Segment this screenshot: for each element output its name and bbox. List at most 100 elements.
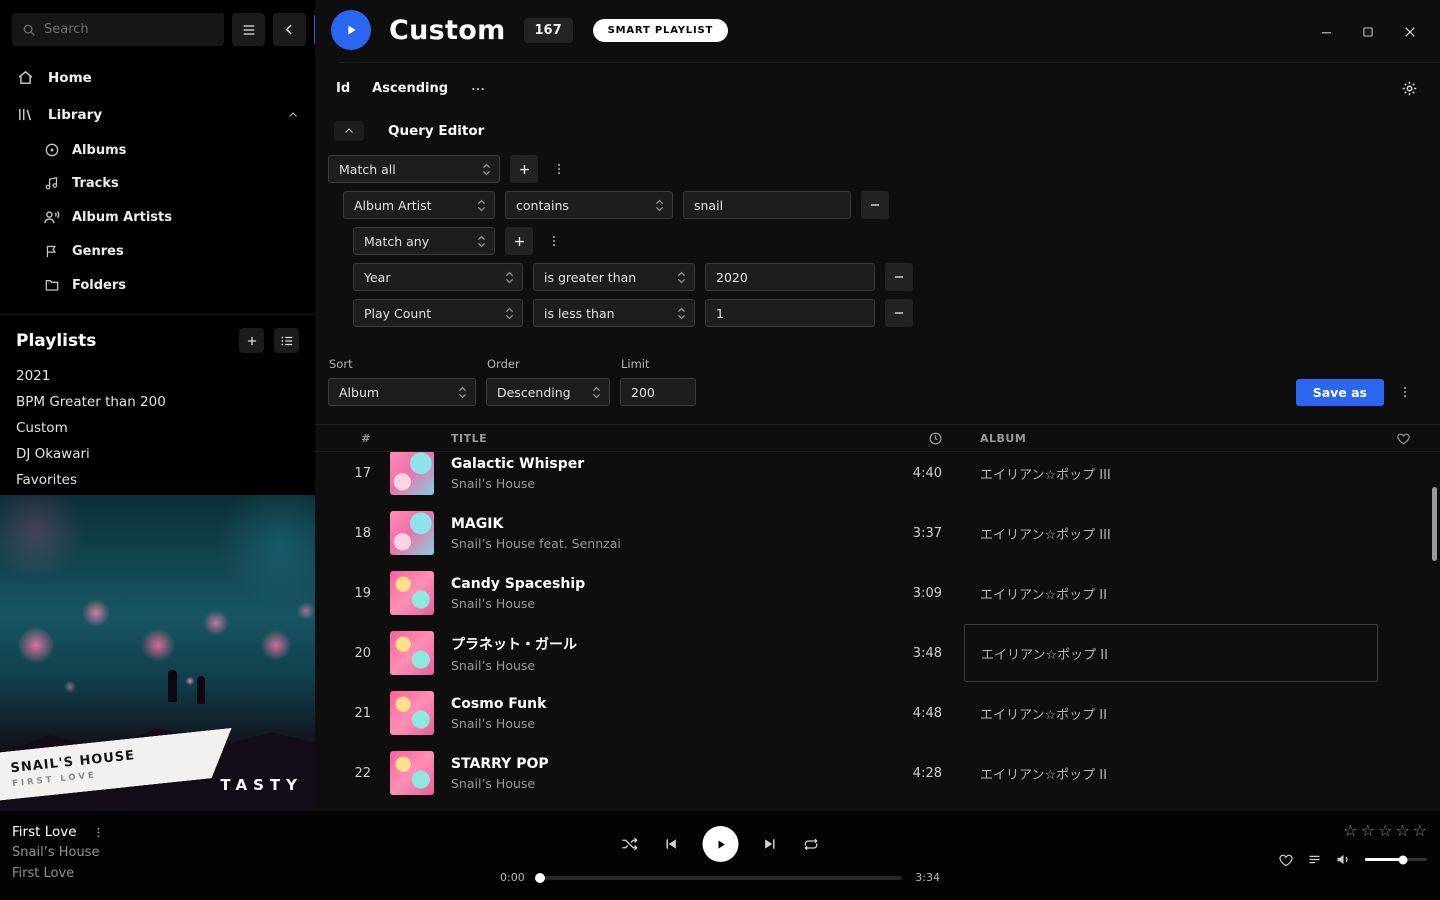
- table-row[interactable]: 19 Candy Spaceship Snail’s House 3:09 エイ…: [315, 563, 1440, 623]
- duration-column-icon[interactable]: [928, 431, 946, 446]
- repeat-button[interactable]: [803, 836, 820, 853]
- close-button[interactable]: [1402, 24, 1418, 40]
- table-row[interactable]: 17 Galactic Whisper Snail’s House 4:40 エ…: [315, 452, 1440, 503]
- sidebar-item-home[interactable]: Home: [0, 59, 315, 96]
- match-type-select[interactable]: Match all: [328, 155, 500, 183]
- star-icon[interactable]: ☆: [1343, 823, 1357, 839]
- add-rule-button[interactable]: [505, 227, 533, 255]
- search-box[interactable]: [12, 13, 224, 46]
- sort-select[interactable]: Album: [328, 378, 476, 406]
- track-album-focused[interactable]: エイリアン☆ポップ II: [964, 624, 1378, 682]
- column-title[interactable]: TITLE: [433, 432, 876, 445]
- play-playlist-button[interactable]: [331, 10, 371, 50]
- favorite-column-icon[interactable]: [1390, 431, 1440, 446]
- save-as-button[interactable]: Save as: [1296, 379, 1384, 406]
- remove-rule-button[interactable]: [861, 191, 889, 219]
- sidebar-item-folders[interactable]: Folders: [0, 268, 315, 302]
- rule-value-input[interactable]: [705, 263, 875, 291]
- group-options-button[interactable]: [543, 227, 565, 255]
- limit-input[interactable]: [620, 378, 696, 406]
- sidebar-item-label: Library: [48, 107, 102, 123]
- rule-operator-select[interactable]: is less than: [533, 299, 695, 327]
- sidebar-item-tracks[interactable]: Tracks: [0, 167, 315, 200]
- remove-rule-button[interactable]: [885, 299, 913, 327]
- menu-button[interactable]: [232, 13, 265, 46]
- remove-rule-button[interactable]: [885, 263, 913, 291]
- add-playlist-button[interactable]: [239, 328, 264, 353]
- group-options-button[interactable]: [548, 155, 570, 183]
- track-album[interactable]: エイリアン☆ポップ II: [980, 584, 1390, 603]
- column-album[interactable]: ALBUM: [980, 432, 1390, 445]
- home-icon: [16, 69, 35, 86]
- sidebar-item-genres[interactable]: Genres: [0, 235, 315, 268]
- star-icon[interactable]: ☆: [1413, 823, 1427, 839]
- sidebar-item-albums[interactable]: Albums: [0, 133, 315, 167]
- volume-handle[interactable]: [1399, 855, 1408, 864]
- previous-button[interactable]: [663, 836, 679, 852]
- now-playing-menu-button[interactable]: [92, 826, 105, 839]
- rule-field-select[interactable]: Year: [353, 263, 523, 291]
- scrollbar-thumb[interactable]: [1432, 487, 1437, 561]
- select-arrows-icon: [458, 385, 467, 400]
- favorite-button[interactable]: [1278, 852, 1294, 868]
- save-options-button[interactable]: [1394, 378, 1416, 406]
- collapse-query-editor-button[interactable]: [334, 121, 364, 141]
- add-rule-button[interactable]: [510, 155, 538, 183]
- next-button[interactable]: [763, 836, 779, 852]
- queue-button[interactable]: [1307, 852, 1322, 867]
- playlist-item[interactable]: BPM Greater than 200: [16, 389, 299, 415]
- maximize-button[interactable]: [1361, 24, 1375, 40]
- rule-operator-select[interactable]: contains: [505, 191, 673, 219]
- match-type-select[interactable]: Match any: [353, 227, 495, 255]
- minimize-button[interactable]: [1319, 24, 1334, 40]
- chevron-up-icon[interactable]: [287, 109, 299, 121]
- rule-operator-select[interactable]: is greater than: [533, 263, 695, 291]
- now-playing-album-art[interactable]: SNAIL'S HOUSE FIRST LOVE TASTY: [0, 495, 315, 810]
- seek-handle[interactable]: [535, 873, 545, 883]
- sidebar-item-library[interactable]: Library: [0, 96, 315, 133]
- order-label: Order: [486, 357, 610, 371]
- list-icon: [280, 334, 294, 348]
- star-icon[interactable]: ☆: [1378, 823, 1392, 839]
- album-artists-icon: [43, 209, 60, 226]
- rule-value-input[interactable]: [705, 299, 875, 327]
- playlist-item[interactable]: Favorites: [16, 467, 299, 493]
- rule-field-select[interactable]: Album Artist: [343, 191, 495, 219]
- playlist-item[interactable]: 2021: [16, 363, 299, 389]
- sort-direction-button[interactable]: Ascending: [372, 81, 448, 96]
- sidebar-item-album-artists[interactable]: Album Artists: [0, 200, 315, 235]
- star-icon[interactable]: ☆: [1361, 823, 1375, 839]
- table-row[interactable]: 18 MAGIK Snail’s House feat. Sennzai 3:3…: [315, 503, 1440, 563]
- nav-back-button[interactable]: [273, 13, 306, 46]
- sort-field-button[interactable]: Id: [336, 81, 350, 96]
- cover-figure: [168, 670, 177, 702]
- queue-icon: [1307, 852, 1322, 867]
- playlist-item[interactable]: Custom: [16, 415, 299, 441]
- rule-value-input[interactable]: [683, 191, 851, 219]
- shuffle-button[interactable]: [621, 835, 639, 853]
- seek-bar[interactable]: [538, 876, 903, 880]
- column-number[interactable]: #: [315, 432, 371, 445]
- star-icon[interactable]: ☆: [1395, 823, 1409, 839]
- rule-field-select[interactable]: Play Count: [353, 299, 523, 327]
- table-row[interactable]: 21 Cosmo Funk Snail’s House 4:48 エイリアン☆ポ…: [315, 683, 1440, 743]
- volume-button[interactable]: [1335, 851, 1352, 868]
- search-input[interactable]: [44, 22, 214, 37]
- playlist-item[interactable]: DJ Okawari: [16, 441, 299, 467]
- settings-button[interactable]: [1401, 80, 1418, 97]
- volume-slider[interactable]: [1365, 858, 1427, 861]
- close-icon: [1402, 24, 1418, 40]
- track-artist: Snail’s House: [451, 596, 876, 611]
- playlist-options-button[interactable]: [274, 328, 299, 353]
- table-row[interactable]: 20 プラネット・ガール Snail’s House 3:48 エイリアン☆ポッ…: [315, 623, 1440, 683]
- window-controls: [1319, 24, 1426, 40]
- more-columns-button[interactable]: [470, 81, 486, 97]
- track-thumbnail: [390, 511, 434, 555]
- play-pause-button[interactable]: [703, 826, 739, 862]
- table-row[interactable]: 22 STARRY POP Snail’s House 4:28 エイリアン☆ポ…: [315, 743, 1440, 803]
- track-album[interactable]: エイリアン☆ポップ II: [980, 704, 1390, 723]
- track-album[interactable]: エイリアン☆ポップ III: [980, 464, 1390, 483]
- order-select[interactable]: Descending: [486, 378, 610, 406]
- track-album[interactable]: エイリアン☆ポップ II: [980, 764, 1390, 783]
- track-album[interactable]: エイリアン☆ポップ III: [980, 524, 1390, 543]
